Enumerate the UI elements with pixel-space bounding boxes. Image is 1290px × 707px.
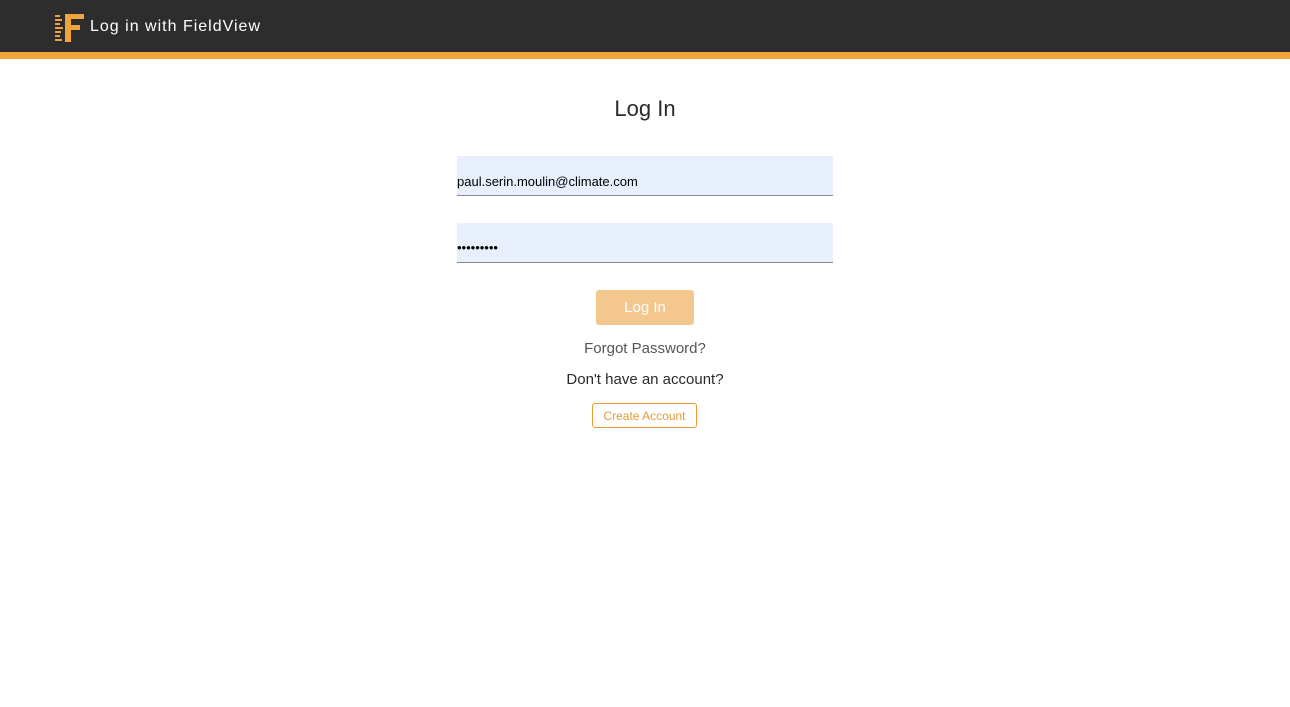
email-field[interactable]: [457, 156, 833, 196]
password-field[interactable]: [457, 223, 833, 263]
accent-bar: [0, 52, 1290, 59]
page-title: Log In: [614, 96, 676, 121]
top-bar: Log in with FieldView: [0, 0, 1290, 52]
create-account-button[interactable]: Create Account: [592, 403, 697, 428]
forgot-password-link[interactable]: Forgot Password?: [0, 339, 1290, 359]
login-panel: Log In Log In Forgot Password? Don't hav…: [0, 59, 1290, 707]
fieldview-logo-icon: [55, 14, 84, 42]
app-title: Log in with FieldView: [90, 18, 262, 35]
login-button[interactable]: Log In: [596, 290, 694, 325]
no-account-text: Don't have an account?: [566, 371, 724, 388]
